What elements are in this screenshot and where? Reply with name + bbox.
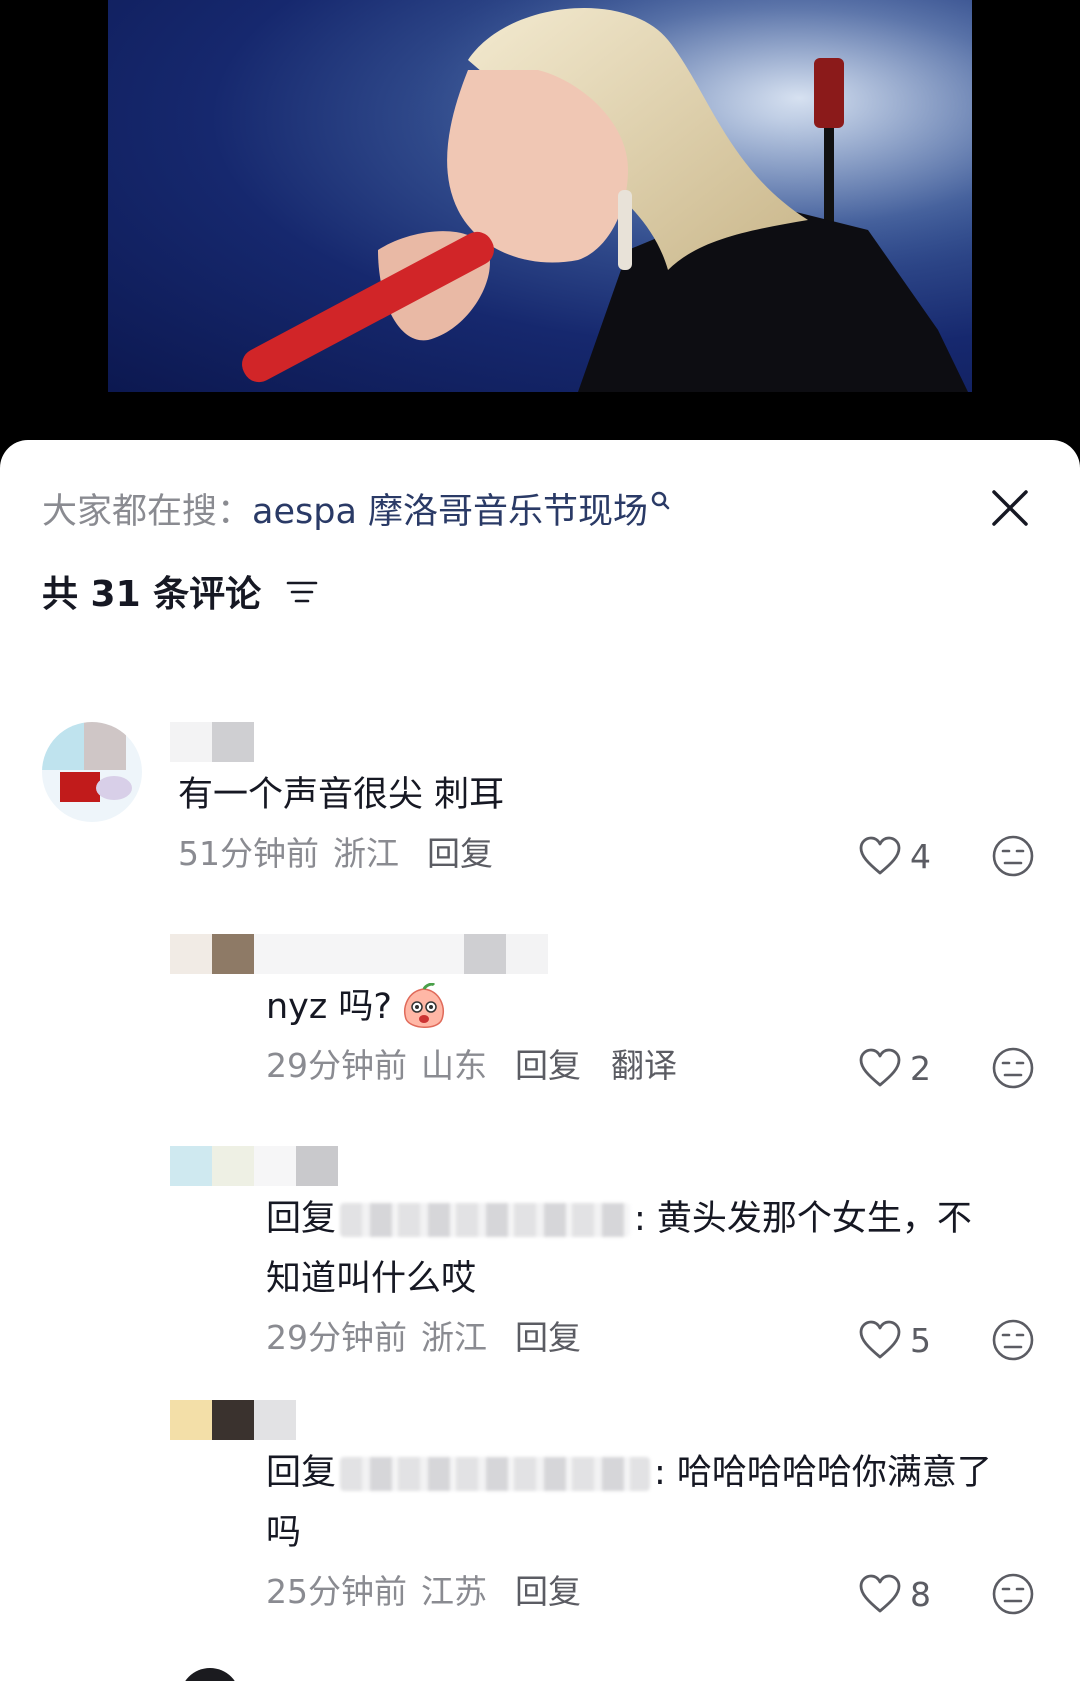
heart-icon — [859, 1048, 901, 1087]
translate-button[interactable]: 翻译 — [611, 1046, 677, 1085]
reply-button[interactable]: 回复 — [515, 1318, 581, 1357]
comment-meta: 51分钟前 浙江 回复 — [178, 832, 523, 876]
avatar-image — [42, 722, 142, 822]
comment-body: nyz 吗? — [266, 987, 392, 1027]
reply-target-blurred[interactable] — [340, 1457, 651, 1491]
close-button[interactable] — [980, 478, 1040, 538]
comment-count: 共 31 条评论 — [42, 574, 262, 615]
video-player[interactable] — [108, 0, 972, 392]
username-blurred[interactable] — [170, 722, 254, 762]
comment-time: 25分钟前 — [266, 1572, 407, 1611]
sort-filter-icon[interactable] — [286, 579, 318, 607]
reply-prefix: 回复 — [266, 1199, 337, 1239]
like-count: 4 — [910, 836, 931, 876]
comment-body-line1: : 哈哈哈哈哈你满意了 — [654, 1453, 992, 1493]
dislike-icon[interactable] — [991, 1572, 1035, 1616]
comment-location: 浙江 — [333, 834, 399, 873]
search-suggestion-term[interactable]: aespa 摩洛哥音乐节现场 — [252, 492, 648, 532]
comment-location: 江苏 — [421, 1572, 487, 1611]
comment-text: 有一个声音很尖 刺耳 — [178, 775, 505, 815]
dislike-icon[interactable] — [991, 1318, 1035, 1362]
comment-meta: 25分钟前 江苏 回复 — [266, 1570, 611, 1614]
dislike-icon[interactable] — [991, 1046, 1035, 1090]
reply-prefix: 回复 — [266, 1453, 337, 1493]
like-button[interactable]: 4 — [858, 834, 931, 878]
heart-icon — [859, 836, 901, 875]
comment-time: 29分钟前 — [266, 1046, 407, 1085]
comments-sheet: 大家都在搜：aespa 摩洛哥音乐节现场 共 31 条评论 有一个声音很尖 刺耳… — [0, 440, 1080, 1681]
comment-time: 29分钟前 — [266, 1318, 407, 1357]
like-button[interactable]: 5 — [858, 1318, 931, 1362]
close-icon — [992, 490, 1028, 526]
like-button[interactable]: 8 — [858, 1572, 931, 1616]
blushing-peach-emoji-icon — [404, 983, 444, 1028]
search-suggestion-prefix: 大家都在搜： — [42, 492, 253, 532]
reply-target-blurred[interactable] — [340, 1203, 631, 1237]
dislike-icon[interactable] — [991, 834, 1035, 878]
comment-text: 回复 : 哈哈哈哈哈你满意了 — [266, 1444, 992, 1502]
username-blurred[interactable] — [170, 1146, 338, 1186]
like-count: 2 — [910, 1048, 931, 1088]
like-button[interactable]: 2 — [858, 1046, 931, 1090]
search-suggestion[interactable]: 大家都在搜：aespa 摩洛哥音乐节现场 — [42, 490, 672, 534]
comment-text-continued: 吗 — [266, 1513, 302, 1553]
like-count: 5 — [910, 1320, 931, 1360]
username-blurred[interactable] — [170, 1400, 296, 1440]
comment-text: nyz 吗? — [266, 978, 448, 1036]
comment-location: 浙江 — [421, 1318, 487, 1357]
comment-meta: 29分钟前 山东 回复 翻译 — [266, 1044, 707, 1088]
comment-location: 山东 — [421, 1046, 487, 1085]
avatar[interactable] — [42, 722, 142, 822]
username-blurred[interactable] — [170, 934, 548, 974]
like-count: 8 — [910, 1574, 931, 1614]
reply-button[interactable]: 回复 — [515, 1572, 581, 1611]
avatar[interactable] — [180, 1668, 240, 1681]
heart-icon — [859, 1320, 901, 1359]
reply-button[interactable]: 回复 — [427, 834, 493, 873]
heart-icon — [859, 1574, 901, 1613]
comment-text: 回复 : 黄头发那个女生，不 — [266, 1190, 972, 1248]
comment-body-line1: : 黄头发那个女生，不 — [634, 1199, 972, 1239]
reply-button[interactable]: 回复 — [515, 1046, 581, 1085]
comment-time: 51分钟前 — [178, 834, 319, 873]
search-icon — [651, 491, 670, 510]
comment-meta: 29分钟前 浙江 回复 — [266, 1316, 611, 1360]
video-frame-image — [108, 0, 972, 392]
comment-count-header: 共 31 条评论 — [42, 570, 318, 620]
comment-text-continued: 知道叫什么哎 — [266, 1259, 477, 1299]
